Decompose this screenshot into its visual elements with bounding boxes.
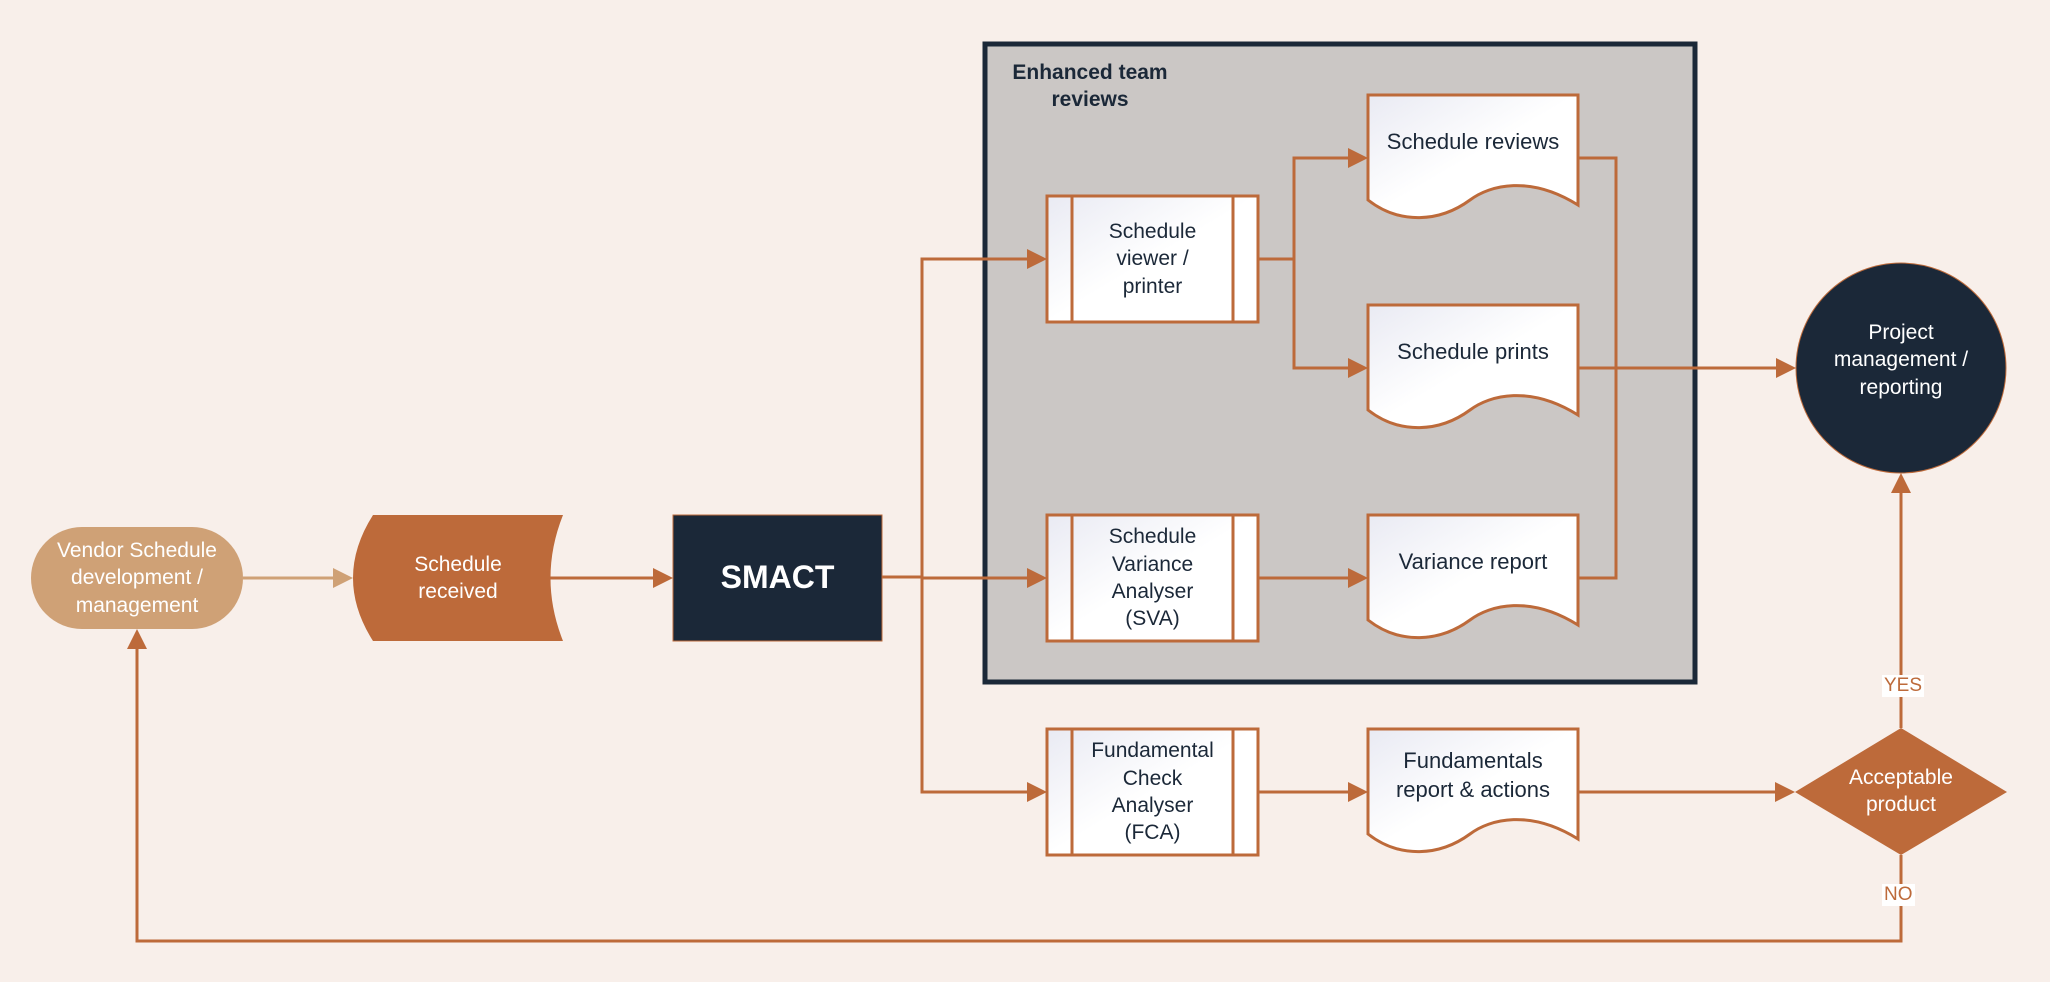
edge-label-no: NO [1882,884,1915,906]
arrowhead [1775,782,1795,802]
flowchart-canvas [31,41,2007,943]
arrowhead [1348,782,1368,802]
node-vendor-schedule[interactable] [31,527,243,629]
arrowhead [1027,782,1047,802]
node-schedule-received[interactable] [353,515,563,641]
node-fundamentals-report[interactable] [1366,727,1580,854]
node-schedule-viewer[interactable] [1045,194,1260,324]
node-sva[interactable] [1045,513,1260,643]
arrowhead [333,568,353,588]
node-fca[interactable] [1045,727,1260,857]
arrowhead [653,568,673,588]
node-project-management[interactable] [1795,262,2007,474]
arrowhead [127,629,147,649]
arrowhead [1776,358,1796,378]
arrowhead [1891,473,1911,493]
edge-label-yes: YES [1882,675,1925,697]
node-acceptable-product[interactable] [1795,728,2007,855]
node-smact[interactable] [672,514,883,642]
